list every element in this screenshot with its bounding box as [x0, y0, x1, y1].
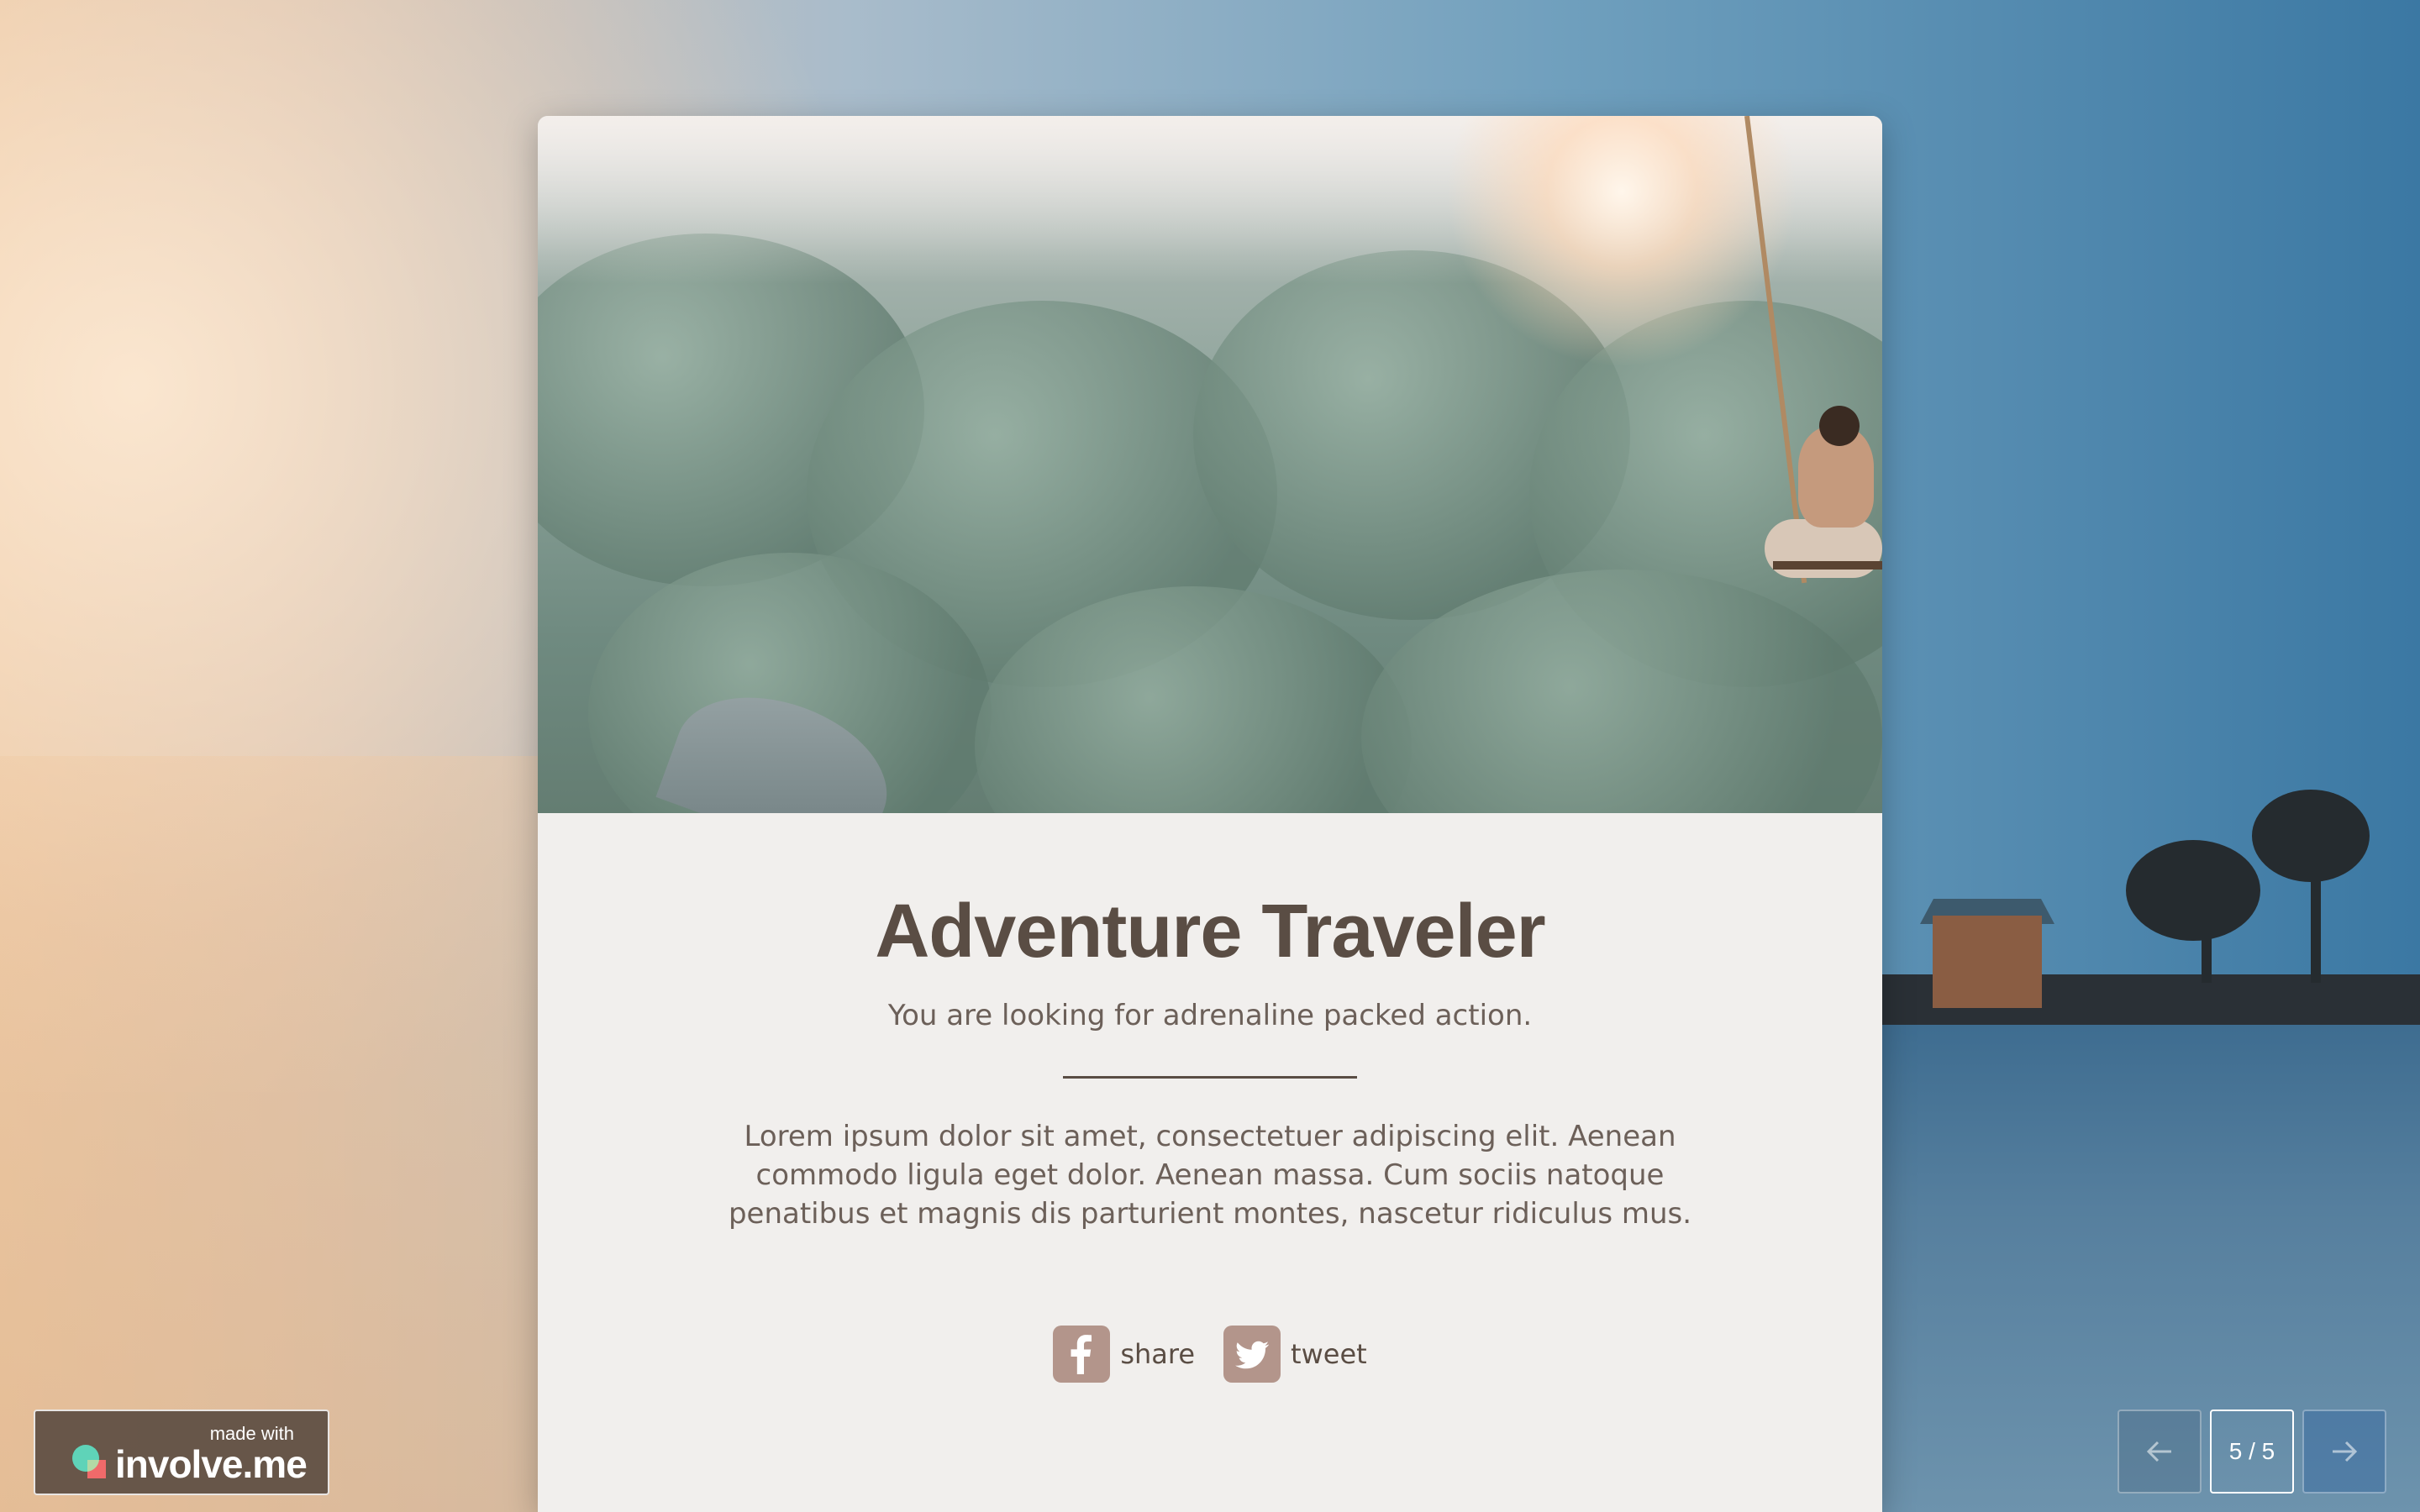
page-counter: 5 / 5 [2210, 1410, 2294, 1494]
result-description: Lorem ipsum dolor sit amet, consectetuer… [728, 1120, 1692, 1231]
brand-name: involve.me [115, 1442, 308, 1486]
swing-seat [1773, 561, 1882, 570]
tree [2126, 840, 2260, 941]
result-title: Adventure Traveler [875, 890, 1545, 974]
hero-image [538, 116, 1882, 813]
haze [0, 756, 588, 1512]
tree-trunk [2311, 874, 2321, 983]
arrow-left-icon [2146, 1441, 2171, 1462]
twitter-tweet-button[interactable]: tweet [1223, 1326, 1367, 1383]
facebook-share-button[interactable]: share [1053, 1326, 1195, 1383]
next-page-button[interactable] [2302, 1410, 2386, 1494]
involveme-branding-link[interactable]: made with involve.me [34, 1410, 329, 1495]
facebook-share-label: share [1120, 1338, 1196, 1370]
swinger-head [1819, 406, 1860, 446]
twitter-icon [1223, 1326, 1281, 1383]
involveme-logo-icon [72, 1445, 106, 1478]
arrow-right-icon [2333, 1441, 2358, 1462]
result-content: Adventure Traveler You are looking for a… [538, 813, 1882, 1383]
twitter-tweet-label: tweet [1291, 1338, 1367, 1370]
hut [1933, 916, 2042, 1008]
divider [1063, 1076, 1357, 1079]
share-buttons: share tweet [538, 1326, 1882, 1383]
result-card: Adventure Traveler You are looking for a… [538, 116, 1882, 1512]
previous-page-button[interactable] [2118, 1410, 2202, 1494]
facebook-icon [1053, 1326, 1111, 1383]
tree-trunk [2202, 924, 2212, 983]
tree [2252, 790, 2370, 882]
result-subtitle: You are looking for adrenaline packed ac… [887, 999, 1533, 1032]
